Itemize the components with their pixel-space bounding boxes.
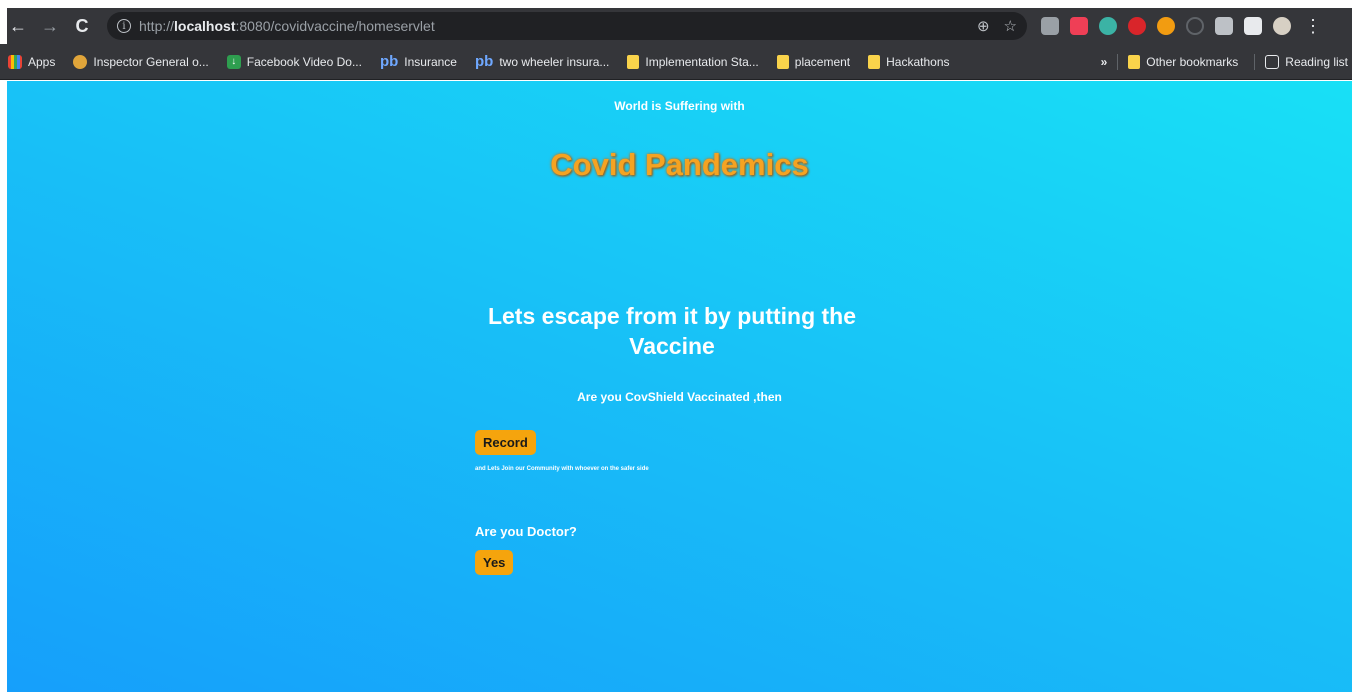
info-icon[interactable]: i bbox=[117, 19, 131, 33]
pb-icon: pb bbox=[474, 53, 494, 70]
divider bbox=[1117, 53, 1119, 70]
reading-list-icon bbox=[1265, 54, 1280, 69]
bookmark-label: Apps bbox=[28, 54, 56, 69]
bookmark-label: Insurance bbox=[404, 54, 457, 69]
bookmark-label: Other bookmarks bbox=[1146, 54, 1239, 69]
bookmark-other[interactable]: Other bookmarks bbox=[1128, 54, 1239, 69]
avatar[interactable] bbox=[1273, 17, 1291, 35]
bookmark-inspector-general[interactable]: Inspector General o... bbox=[73, 54, 209, 69]
screen-icon[interactable] bbox=[1215, 17, 1233, 35]
bookmark-apps[interactable]: Apps bbox=[8, 54, 56, 69]
shield-icon[interactable] bbox=[1128, 17, 1146, 35]
yes-button[interactable]: Yes bbox=[475, 550, 514, 575]
extensions-area: ⋮ bbox=[1041, 15, 1324, 37]
more-bookmarks-button[interactable]: » bbox=[1101, 55, 1108, 69]
bookmark-hackathons[interactable]: Hackathons bbox=[868, 54, 950, 69]
bookmark-label: Hackathons bbox=[886, 54, 950, 69]
puzzle-icon[interactable] bbox=[1244, 17, 1262, 35]
page-subheading: World is Suffering with bbox=[614, 99, 745, 113]
apps-grid-icon bbox=[8, 54, 22, 69]
bookmark-label: Implementation Sta... bbox=[645, 54, 759, 69]
search-icon[interactable] bbox=[1186, 17, 1204, 35]
pb-icon: pb bbox=[379, 53, 399, 70]
bookmark-implementation[interactable]: Implementation Sta... bbox=[627, 54, 759, 69]
folder-icon bbox=[868, 54, 881, 69]
folder-icon bbox=[627, 54, 640, 69]
folder-icon bbox=[1128, 54, 1141, 69]
bookmark-label: Facebook Video Do... bbox=[246, 54, 362, 69]
vaccinated-question: Are you CovShield Vaccinated ,then bbox=[577, 390, 782, 404]
menu-icon[interactable]: ⋮ bbox=[1302, 15, 1324, 37]
bookmark-label: Inspector General o... bbox=[93, 54, 209, 69]
url-text[interactable]: http://localhost:8080/covidvaccine/homes… bbox=[139, 18, 435, 34]
divider bbox=[1254, 53, 1256, 70]
emblem-icon bbox=[73, 54, 88, 69]
community-note: and Lets Join our Community with whoever… bbox=[475, 466, 649, 472]
back-button[interactable]: ← bbox=[7, 15, 29, 37]
page-title: Covid Pandemics bbox=[550, 147, 809, 182]
pocket-icon[interactable] bbox=[1070, 17, 1088, 35]
star-icon[interactable]: ☆ bbox=[1004, 17, 1017, 35]
folder-icon bbox=[776, 54, 789, 69]
extension-badge-icon[interactable] bbox=[1099, 17, 1117, 35]
bookmarks-right: » Other bookmarks Reading list bbox=[1101, 53, 1352, 70]
bookmark-label: Reading list bbox=[1285, 54, 1348, 69]
cookie-icon[interactable] bbox=[1157, 17, 1175, 35]
doctor-question: Are you Doctor? bbox=[475, 524, 577, 539]
reload-button[interactable]: C bbox=[71, 15, 93, 37]
bookmark-placement[interactable]: placement bbox=[776, 54, 851, 69]
tagline: Lets escape from it by putting the Vacci… bbox=[487, 303, 857, 359]
page-content: World is Suffering with Covid Pandemics … bbox=[7, 81, 1352, 692]
bookmark-label: placement bbox=[794, 54, 851, 69]
bookmark-label: two wheeler insura... bbox=[499, 54, 610, 69]
camera-icon[interactable] bbox=[1041, 17, 1059, 35]
bookmark-facebook-video[interactable]: ↓ Facebook Video Do... bbox=[226, 54, 362, 69]
record-button[interactable]: Record bbox=[475, 430, 536, 455]
forward-button[interactable]: → bbox=[39, 15, 61, 37]
address-bar[interactable]: i http://localhost:8080/covidvaccine/hom… bbox=[107, 12, 1027, 40]
browser-toolbar: ← → C i http://localhost:8080/covidvacci… bbox=[7, 8, 1352, 44]
zoom-icon[interactable]: ⊕ bbox=[977, 17, 990, 35]
bookmark-two-wheeler[interactable]: pb two wheeler insura... bbox=[475, 53, 609, 70]
reading-list-button[interactable]: Reading list bbox=[1265, 54, 1348, 69]
bookmarks-bar: Apps Inspector General o... ↓ Facebook V… bbox=[0, 44, 1352, 80]
download-icon: ↓ bbox=[226, 54, 241, 69]
bookmark-insurance[interactable]: pb Insurance bbox=[380, 53, 457, 70]
